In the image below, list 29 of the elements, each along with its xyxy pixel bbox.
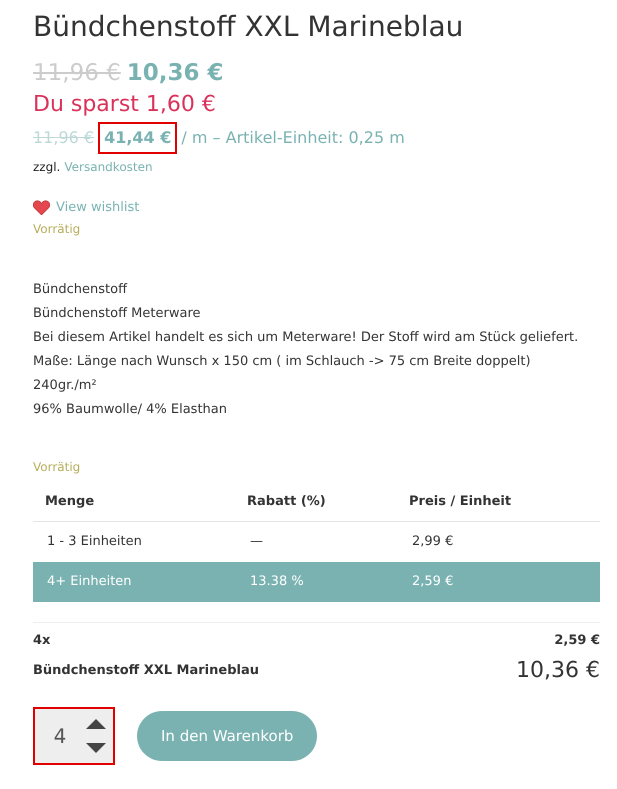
stepper-icon[interactable] xyxy=(85,717,107,755)
quantity-label: 4x xyxy=(33,632,50,650)
total-price: 10,36 € xyxy=(516,657,600,685)
quantity-field[interactable]: 4 xyxy=(33,707,115,765)
product-title: Bündchenstoff XXL Marineblau xyxy=(33,9,464,45)
description-line: Bei diesem Artikel handelt es sich um Meterware! Der Stoff wird am Stück geliefert. xyxy=(33,328,580,346)
unit-price: 41,44 € xyxy=(98,122,178,154)
description-line: 96% Baumwolle/ 4% Elasthan xyxy=(33,400,228,418)
description-line: Maße: Länge nach Wunsch x 150 cm ( im Schlauch -> 75 cm Breite doppelt) xyxy=(33,352,532,370)
table-row[interactable]: 1 - 3 Einheiten — 2,99 € xyxy=(33,522,600,562)
description-line: Bündchenstoff Meterware xyxy=(33,304,202,322)
add-to-cart-button[interactable]: In den Warenkorb xyxy=(137,711,318,761)
unit-price-summary: 2,59 € xyxy=(554,632,600,650)
current-price: 10,36 € xyxy=(126,59,224,88)
description-line: 240gr./m² xyxy=(33,376,98,394)
shipping-label: zzgl. xyxy=(33,159,60,176)
column-header: Preis / Einheit xyxy=(409,482,600,522)
wishlist-link[interactable]: View wishlist xyxy=(56,198,140,218)
stock-status: Vorrätig xyxy=(33,458,82,476)
column-header: Menge xyxy=(33,482,247,522)
product-name: Bündchenstoff XXL Marineblau xyxy=(33,662,259,680)
unit-info: / m – Artikel-Einheit: 0,25 m xyxy=(181,127,405,149)
description-line: Bündchenstoff xyxy=(33,280,128,298)
shipping-link[interactable]: Versandkosten xyxy=(64,158,153,176)
old-unit-price: 11,96 € xyxy=(33,127,94,149)
column-header: Rabatt (%) xyxy=(247,482,409,522)
savings-text: Du sparst 1,60 € xyxy=(33,91,217,119)
heart-icon xyxy=(33,200,50,216)
stock-status: Vorrätig xyxy=(33,220,82,238)
